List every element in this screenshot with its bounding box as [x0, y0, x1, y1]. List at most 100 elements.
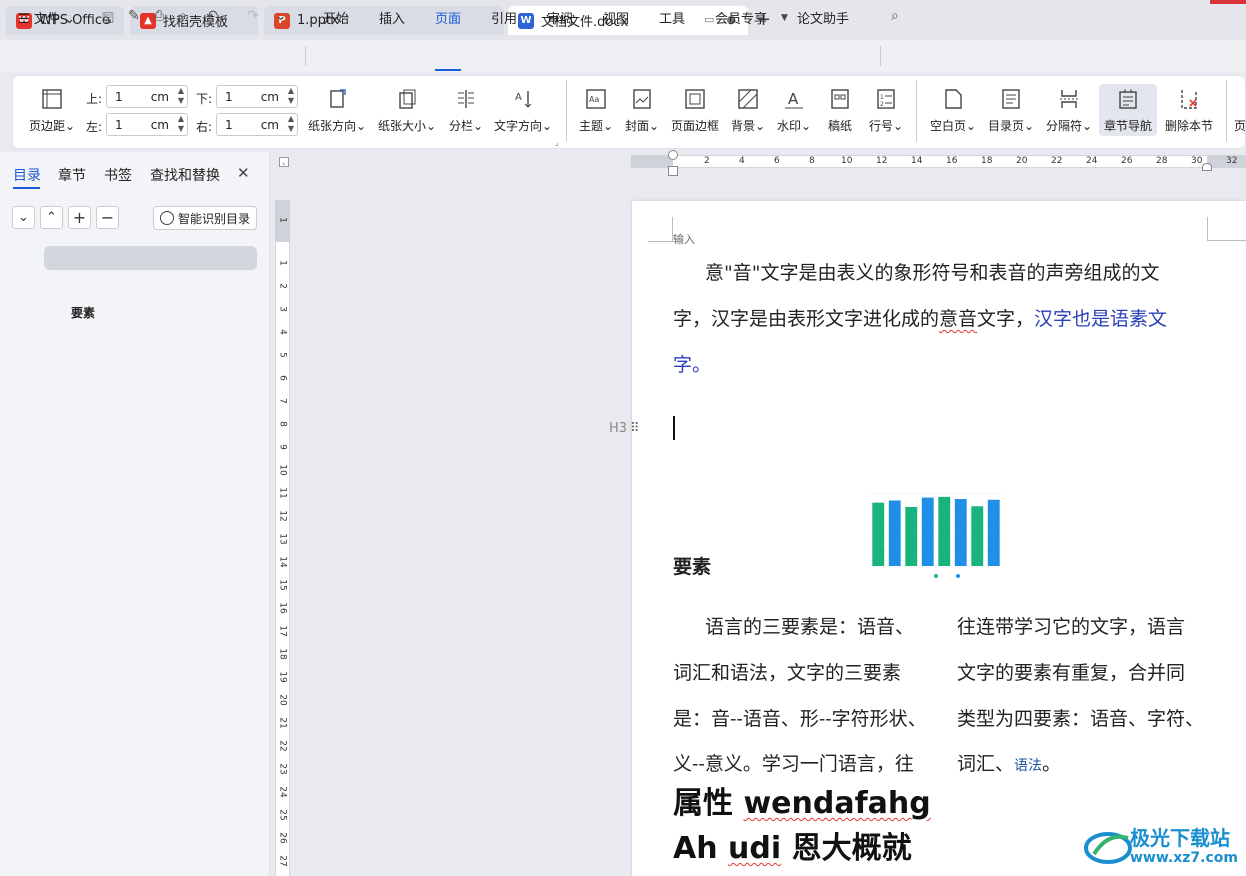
nav-tab-bookmarks[interactable]: 书签	[104, 165, 132, 185]
spin-arrows-icon[interactable]: ▲ ▼	[178, 114, 184, 134]
close-window-strip[interactable]	[1210, 0, 1246, 4]
section-heading[interactable]: 要素	[673, 552, 711, 579]
search-icon[interactable]: ⌕	[891, 8, 899, 24]
undo-icon[interactable]: ↶⌄	[206, 8, 229, 24]
more-ribbon-button[interactable]: 页	[1234, 117, 1246, 134]
menu-thesis[interactable]: 论文助手	[797, 8, 849, 27]
blank-page-button[interactable]: 空白页⌄	[928, 86, 978, 134]
nav-tab-chapters[interactable]: 章节	[58, 165, 86, 185]
columns-button[interactable]: 分栏⌄	[446, 86, 486, 134]
remove-heading-button[interactable]: −	[96, 206, 119, 229]
nav-tab-find-replace[interactable]: 查找和替换	[150, 165, 220, 185]
menu-review[interactable]: 审阅	[547, 8, 573, 27]
menu-page[interactable]: 页面	[435, 8, 461, 27]
theme-button[interactable]: Aa 主题⌄	[576, 86, 616, 134]
right-margin-label: 右:	[196, 120, 213, 134]
right-margin-input[interactable]: 1 cm ▲ ▼	[216, 113, 298, 136]
section-nav-label: 章节导航	[1103, 119, 1152, 133]
crop-mark	[1207, 217, 1246, 241]
column2-line[interactable]: 文字的要素有重复，合并同	[957, 658, 1185, 685]
ruler-tick-label: 1	[277, 217, 288, 223]
menu-member[interactable]: 会员专享	[715, 8, 767, 27]
watermark-button[interactable]: A 水印⌄	[774, 86, 814, 134]
right-indent-handle[interactable]	[1202, 163, 1212, 171]
left-margin-input[interactable]: 1 cm ▲ ▼	[106, 113, 188, 136]
format-painter-icon[interactable]: ✎	[128, 8, 140, 24]
manuscript-button[interactable]: 稿纸	[822, 86, 858, 134]
ruler-corner-icon[interactable]: ⌞	[279, 157, 289, 167]
first-line-indent-handle[interactable]	[668, 150, 678, 160]
column2-line[interactable]: 类型为四要素：语音、字符、	[957, 704, 1204, 731]
print-icon[interactable]: ⎙	[153, 8, 164, 24]
column2-line[interactable]: 词汇、语法。	[957, 749, 1061, 776]
section-nav-button[interactable]: 章节导航	[1099, 84, 1157, 136]
delete-section-button[interactable]: 删除本节	[1162, 86, 1216, 134]
collapse-up-button[interactable]: ⌃	[40, 206, 63, 229]
column1-line[interactable]: 义--意义。学习一门语言，往	[673, 749, 914, 776]
column1-line[interactable]: 词汇和语法，文字的三要素	[673, 658, 901, 685]
dialog-launcher-icon[interactable]: ⌟	[555, 138, 559, 147]
window-icon[interactable]: ▭	[704, 13, 714, 26]
cover-button[interactable]: 封面⌄	[622, 86, 662, 134]
page-border-button[interactable]: 页面边框	[668, 86, 722, 134]
print-preview-icon[interactable]: ⌕	[179, 8, 187, 24]
chevron-down-icon[interactable]: ▼	[781, 13, 788, 23]
large-bold-line[interactable]: Ah udi 恩大概就	[673, 823, 912, 867]
menu-start[interactable]: 开始	[323, 8, 349, 27]
spelling-error-text[interactable]: wendafahg	[743, 786, 930, 821]
more-icon[interactable]: ⌄	[275, 8, 287, 24]
save-icon[interactable]: 🖫	[102, 8, 114, 32]
drag-handle-icon[interactable]: ⠿	[630, 421, 639, 436]
divider	[566, 80, 567, 142]
paragraph-line[interactable]: 字，汉字是由表形文字进化成的意音文字，汉字也是语素文	[673, 304, 1167, 331]
spin-arrows-icon[interactable]: ▲ ▼	[288, 86, 294, 106]
tab-docer[interactable]: ▲ 找稻壳模板	[130, 6, 258, 35]
redo-icon[interactable]: ↷	[247, 8, 259, 24]
paper-size-icon	[394, 86, 420, 112]
chart-bar	[971, 506, 984, 566]
ruler-tick-label: 3	[277, 306, 288, 312]
text-direction-button[interactable]: A 文字方向⌄	[492, 86, 554, 134]
ruler-tick-label: 27	[277, 855, 288, 867]
orientation-button[interactable]: 纸张方向⌄	[306, 86, 368, 134]
horizontal-ruler[interactable]	[631, 155, 1246, 168]
column1-line[interactable]: 语言的三要素是：语音、	[705, 612, 914, 639]
toc-item[interactable]: 要素	[71, 304, 95, 321]
menu-tools[interactable]: 工具	[659, 8, 685, 27]
toc-search-bar[interactable]	[44, 246, 257, 270]
close-icon[interactable]: ✕	[237, 164, 250, 182]
smart-toc-button[interactable]: 智能识别目录	[153, 206, 257, 230]
line-numbers-button[interactable]: 12 行号⌄	[866, 86, 906, 134]
paper-size-button[interactable]: 纸张大小⌄	[376, 86, 438, 134]
toc-page-button[interactable]: 目录页⌄	[986, 86, 1036, 134]
nav-tab-toc[interactable]: 目录	[13, 165, 41, 185]
svg-text:A: A	[788, 90, 799, 108]
embedded-bar-chart[interactable]	[866, 490, 1012, 582]
column2-line[interactable]: 往连带学习它的文字，语言	[957, 612, 1185, 639]
left-indent-handle[interactable]	[668, 166, 678, 176]
file-menu[interactable]: ☰ 文件 ⌄	[18, 8, 75, 27]
heading-level-tag[interactable]: H3	[609, 421, 627, 436]
spelling-error-text[interactable]: udi	[728, 831, 781, 866]
spin-arrows-icon[interactable]: ▲ ▼	[178, 86, 184, 106]
header-placeholder[interactable]: 输入	[673, 231, 695, 247]
paragraph-line[interactable]: 意"音"文字是由表义的象形符号和表音的声旁组成的文	[705, 258, 1159, 285]
paragraph-line[interactable]: 字。	[673, 350, 711, 377]
line-numbers-icon: 12	[873, 86, 899, 112]
unit-label: cm	[150, 90, 169, 104]
collapse-down-button[interactable]: ⌄	[12, 206, 35, 229]
menu-insert[interactable]: 插入	[379, 8, 405, 27]
separator-button[interactable]: 分隔符⌄	[1044, 86, 1094, 134]
background-button[interactable]: 背景⌄	[728, 86, 768, 134]
spin-arrows-icon[interactable]: ▲ ▼	[288, 114, 294, 134]
menu-view[interactable]: 视图	[603, 8, 629, 27]
bottom-margin-value: 1	[225, 89, 233, 104]
margins-button[interactable]: 页边距⌄	[26, 86, 78, 134]
column1-line[interactable]: 是：音--语音、形--字符形状、	[673, 704, 927, 731]
bottom-margin-input[interactable]: 1 cm ▲ ▼	[216, 85, 298, 108]
large-bold-line[interactable]: 属性 wendafahg	[673, 778, 931, 822]
spelling-error-text[interactable]: 意音	[939, 308, 977, 330]
menu-reference[interactable]: 引用	[491, 8, 517, 27]
add-heading-button[interactable]: +	[68, 206, 91, 229]
top-margin-input[interactable]: 1 cm ▲ ▼	[106, 85, 188, 108]
